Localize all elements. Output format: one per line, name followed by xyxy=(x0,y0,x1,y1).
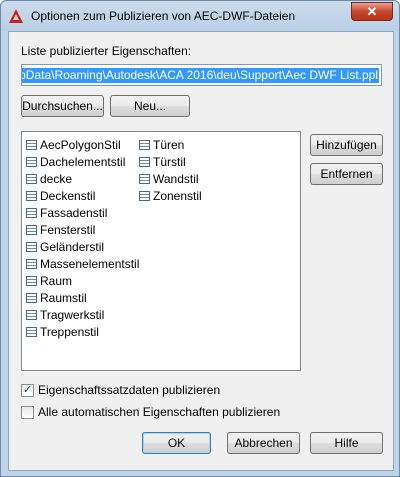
property-set-label: Raumstil xyxy=(40,290,87,305)
property-set-list-item[interactable]: Dachelementstil xyxy=(26,153,139,170)
property-set-label: Massenelementstil xyxy=(40,256,140,271)
property-set-icon xyxy=(26,156,37,167)
property-set-list-item[interactable]: Deckenstil xyxy=(26,187,139,204)
property-set-label: Türen xyxy=(153,137,185,152)
property-set-label: Dachelementstil xyxy=(40,154,126,169)
publish-property-set-data-label: Eigenschaftssatzdaten publizieren xyxy=(38,383,221,397)
dialog-client-area: Liste publizierter Eigenschaften: or\App… xyxy=(8,31,394,471)
property-list-path-field[interactable]: or\AppData\Roaming\Autodesk\ACA 2016\deu… xyxy=(21,64,382,86)
property-set-icon xyxy=(26,139,37,150)
property-set-column-2: Türen Türstil Wandstil Zonenstil xyxy=(139,136,202,204)
property-set-icon xyxy=(26,326,37,337)
property-set-label: decke xyxy=(40,171,73,186)
window-title: Optionen zum Publizieren von AEC-DWF-Dat… xyxy=(31,9,296,23)
close-button[interactable]: ✕ xyxy=(351,2,393,21)
property-set-list-item[interactable]: Treppenstil xyxy=(26,323,139,340)
property-set-list-item[interactable]: Geländerstil xyxy=(26,238,139,255)
cancel-button[interactable]: Abbrechen xyxy=(227,432,300,454)
property-set-label: Raum xyxy=(40,273,73,288)
ok-button[interactable]: OK xyxy=(142,432,211,454)
property-set-list-item[interactable]: Fensterstil xyxy=(26,221,139,238)
property-set-list-item[interactable]: Fassadenstil xyxy=(26,204,139,221)
title-bar[interactable]: Optionen zum Publizieren von AEC-DWF-Dat… xyxy=(1,1,399,31)
property-set-column-1: AecPolygonStil Dachelementstil decke Decken… xyxy=(26,136,139,340)
property-set-list-item[interactable]: Raum xyxy=(26,272,139,289)
property-set-label: Treppenstil xyxy=(40,324,99,339)
property-set-label: Fassadenstil xyxy=(40,205,108,220)
property-set-icon xyxy=(26,292,37,303)
property-set-label: Türstil xyxy=(153,154,186,169)
property-set-list-item[interactable]: Tragwerkstil xyxy=(26,306,139,323)
property-set-icon xyxy=(26,190,37,201)
property-set-label: Deckenstil xyxy=(40,188,96,203)
property-set-icon xyxy=(139,156,150,167)
property-set-label: Tragwerkstil xyxy=(40,307,105,322)
property-set-label: AecPolygonStil xyxy=(40,137,121,152)
property-set-icon xyxy=(139,190,150,201)
publish-automatic-properties-checkbox[interactable] xyxy=(21,405,34,419)
new-button[interactable]: Neu... xyxy=(110,95,190,117)
publish-automatic-properties-label: Alle automatischen Eigenschaften publizi… xyxy=(38,405,281,419)
publish-property-set-data-option[interactable]: ✓ Eigenschaftssatzdaten publizieren xyxy=(21,383,220,397)
property-set-list-item[interactable]: Raumstil xyxy=(26,289,139,306)
close-icon: ✕ xyxy=(366,3,378,19)
property-set-label: Wandstil xyxy=(153,171,199,186)
publish-automatic-properties-option[interactable]: Alle automatischen Eigenschaften publizi… xyxy=(21,405,280,419)
property-set-label: Geländerstil xyxy=(40,239,105,254)
property-set-list-item[interactable]: Wandstil xyxy=(139,170,202,187)
property-set-list-item[interactable]: Türstil xyxy=(139,153,202,170)
property-set-icon xyxy=(26,275,37,286)
property-set-list-item[interactable]: decke xyxy=(26,170,139,187)
browse-button[interactable]: Durchsuchen... xyxy=(21,95,104,117)
property-set-label: Fensterstil xyxy=(40,222,96,237)
dialog-window: Optionen zum Publizieren von AEC-DWF-Dat… xyxy=(0,0,400,477)
property-list-label: Liste publizierter Eigenschaften: xyxy=(21,44,192,58)
property-set-list-item[interactable]: Zonenstil xyxy=(139,187,202,204)
property-set-list-item[interactable]: AecPolygonStil xyxy=(26,136,139,153)
remove-button[interactable]: Entfernen xyxy=(310,163,383,185)
property-set-icon xyxy=(26,173,37,184)
property-set-icon xyxy=(26,241,37,252)
property-set-list-item[interactable]: Türen xyxy=(139,136,202,153)
property-list-path-value: or\AppData\Roaming\Autodesk\ACA 2016\deu… xyxy=(22,68,379,83)
property-set-label: Zonenstil xyxy=(153,188,202,203)
publish-property-set-data-checkbox[interactable]: ✓ xyxy=(21,383,34,397)
property-set-icon xyxy=(139,139,150,150)
property-set-list[interactable]: AecPolygonStil Dachelementstil decke Decken… xyxy=(21,131,301,371)
property-set-icon xyxy=(26,258,37,269)
property-set-icon xyxy=(139,173,150,184)
property-set-list-item[interactable]: Massenelementstil xyxy=(26,255,139,272)
property-set-icon xyxy=(26,224,37,235)
property-set-icon xyxy=(26,207,37,218)
autocad-app-icon xyxy=(9,9,23,23)
add-button[interactable]: Hinzufügen xyxy=(310,134,383,156)
help-button[interactable]: Hilfe xyxy=(310,432,383,454)
property-set-icon xyxy=(26,309,37,320)
